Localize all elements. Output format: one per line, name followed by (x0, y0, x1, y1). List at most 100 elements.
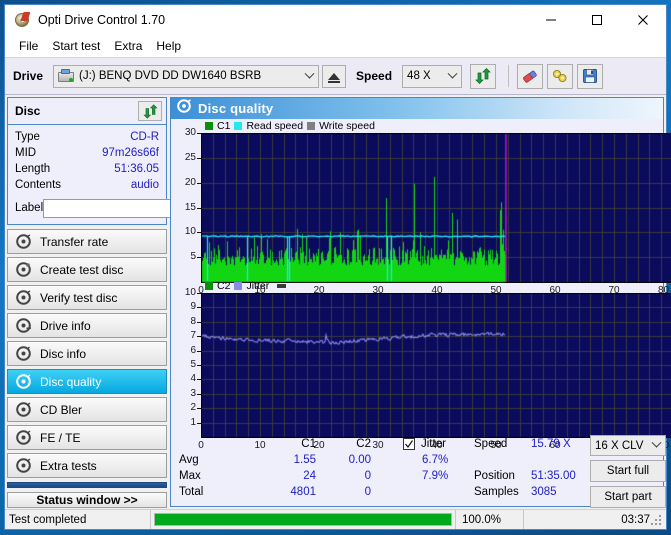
legend-label-c1: C1 (217, 120, 231, 132)
sidebar-item-cd-bler[interactable]: CD Bler (7, 397, 167, 422)
sidebar-item-disc-info[interactable]: Disc info (7, 341, 167, 366)
page-title: Disc quality (198, 101, 274, 116)
legend-swatch-write-speed (307, 122, 316, 130)
y-axis-tick (197, 208, 201, 209)
speed-select[interactable]: 48 X (402, 64, 463, 88)
refresh-icon (475, 68, 491, 84)
eject-button[interactable] (322, 64, 347, 88)
nav-list: Transfer rate Create test disc Verify te… (7, 229, 167, 478)
disc-icon (16, 318, 31, 333)
menu-item-help[interactable]: Help (149, 37, 188, 55)
toolbar: Drive (J:) BENQ DVD DD DW1640 BSRB Speed… (5, 57, 666, 95)
y-axis-tick (197, 379, 201, 380)
refresh-button[interactable] (470, 63, 497, 89)
speed-stat-label: Speed (474, 438, 508, 451)
window-title: Opti Drive Control 1.70 (38, 13, 166, 27)
disc-info-header: Disc (8, 98, 166, 125)
disc-icon (16, 262, 31, 277)
y-axis-tick-label: 1 (190, 416, 196, 428)
sidebar-item-drive-info[interactable]: Drive info (7, 313, 167, 338)
disc-quality-panel: Disc quality C1 Read speed Write speed 5… (170, 97, 671, 509)
test-speed-select[interactable]: 16 X CLV (590, 435, 666, 457)
toolbar-separator (508, 65, 510, 87)
c1-chart: C1 Read speed Write speed 510152025308 X… (171, 119, 671, 296)
sidebar-item-label: Disc info (40, 346, 87, 361)
menu-bar: File Start test Extra Help (5, 35, 666, 57)
drive-select-value: (J:) BENQ DVD DD DW1640 BSRB (79, 70, 262, 82)
speed-stat-value: 15.79 X (531, 438, 571, 451)
sidebar-filler (7, 482, 167, 488)
eject-icon (328, 72, 341, 83)
main-body: Disc Type CD-R MID 97m26s66f Length 51:3… (5, 95, 671, 509)
progress-bar (151, 510, 456, 529)
disc-row-key: Type (15, 131, 40, 143)
stats-row-label-total: Total (179, 486, 204, 499)
left-sidebar: Disc Type CD-R MID 97m26s66f Length 51:3… (7, 97, 250, 508)
y-axis-tick (197, 183, 201, 184)
erase-button[interactable] (517, 63, 544, 89)
chevron-down-icon (300, 66, 318, 87)
elapsed-time: 03:37 (621, 513, 650, 526)
maximize-button[interactable] (574, 6, 620, 35)
resize-grip[interactable] (651, 515, 663, 527)
y-axis-tick-label: 5 (190, 251, 196, 263)
y-axis-tick-label: 2 (190, 402, 196, 414)
disc-row-key: Length (15, 163, 51, 175)
y-axis-tick-label: 15 (184, 201, 196, 213)
disc-row-value: CD-R (130, 131, 159, 143)
sidebar-item-verify-test-disc[interactable]: Verify test disc (7, 285, 167, 310)
disc-row-key: Contents (15, 179, 62, 191)
disc-refresh-button[interactable] (138, 101, 162, 121)
sidebar-item-extra-tests[interactable]: Extra tests (7, 453, 167, 478)
legend-swatch-c1 (205, 122, 213, 130)
legend-label-read-speed: Read speed (246, 120, 304, 132)
y-axis-tick (197, 394, 201, 395)
app-disc-icon (14, 12, 31, 28)
disc-info-rows: Type CD-R MID 97m26s66f Length 51:36.05 … (8, 125, 250, 224)
disc-row-type: Type CD-R (15, 129, 159, 145)
status-window-button[interactable]: Status window >> (7, 492, 167, 508)
disc-info-box: Disc Type CD-R MID 97m26s66f Length 51:3… (7, 97, 250, 225)
speed-select-value: 48 X (407, 70, 431, 82)
menu-item-file[interactable]: File (12, 37, 45, 55)
disc-row-value: 97m26s66f (102, 147, 159, 159)
sidebar-item-fe-te[interactable]: FE / TE (7, 425, 167, 450)
stats-c2-avg: 0.00 (348, 454, 371, 467)
tools-button[interactable] (547, 63, 574, 89)
y-axis-tick (197, 351, 201, 352)
drive-select[interactable]: (J:) BENQ DVD DD DW1640 BSRB (53, 64, 320, 88)
position-stat-label: Position (474, 470, 515, 483)
sidebar-item-label: Create test disc (40, 262, 124, 277)
menu-item-start-test[interactable]: Start test (45, 37, 107, 55)
stats-c1-total: 4801 (290, 486, 316, 499)
sidebar-item-create-test-disc[interactable]: Create test disc (7, 257, 167, 282)
app-window: Opti Drive Control 1.70 File Start test … (4, 4, 671, 530)
test-speed-value: 16 X CLV (595, 439, 644, 452)
y-axis-tick (197, 257, 201, 258)
status-text: Test completed (5, 510, 151, 529)
y-axis-tick-label: 25 (184, 151, 196, 163)
disc-icon (16, 374, 31, 389)
menu-item-extra[interactable]: Extra (107, 37, 149, 55)
stats-c1-avg: 1.55 (293, 454, 316, 467)
drive-label: Drive (13, 69, 44, 83)
y-axis-tick-label: 6 (190, 344, 196, 356)
legend-swatch-jitter (234, 282, 243, 290)
sidebar-item-label: Verify test disc (40, 290, 118, 305)
start-part-button[interactable]: Start part (590, 486, 666, 509)
disc-quality-header: Disc quality (171, 98, 663, 119)
sidebar-item-transfer-rate[interactable]: Transfer rate (7, 229, 167, 254)
start-full-button[interactable]: Start full (590, 460, 666, 483)
save-button[interactable] (577, 63, 604, 89)
disc-icon (16, 402, 31, 417)
sidebar-item-disc-quality[interactable]: Disc quality (7, 369, 167, 394)
y-axis-tick-label: 3 (190, 387, 196, 399)
minimize-button[interactable] (528, 6, 574, 35)
disc-row-length: Length 51:36.05 (15, 161, 159, 177)
y-axis-tick-label: 30 (184, 127, 196, 138)
disc-row-mid: MID 97m26s66f (15, 145, 159, 161)
jitter-checkbox[interactable] (403, 438, 415, 451)
close-button[interactable] (620, 6, 666, 35)
disc-icon (16, 234, 31, 249)
sidebar-item-label: Transfer rate (40, 234, 109, 249)
